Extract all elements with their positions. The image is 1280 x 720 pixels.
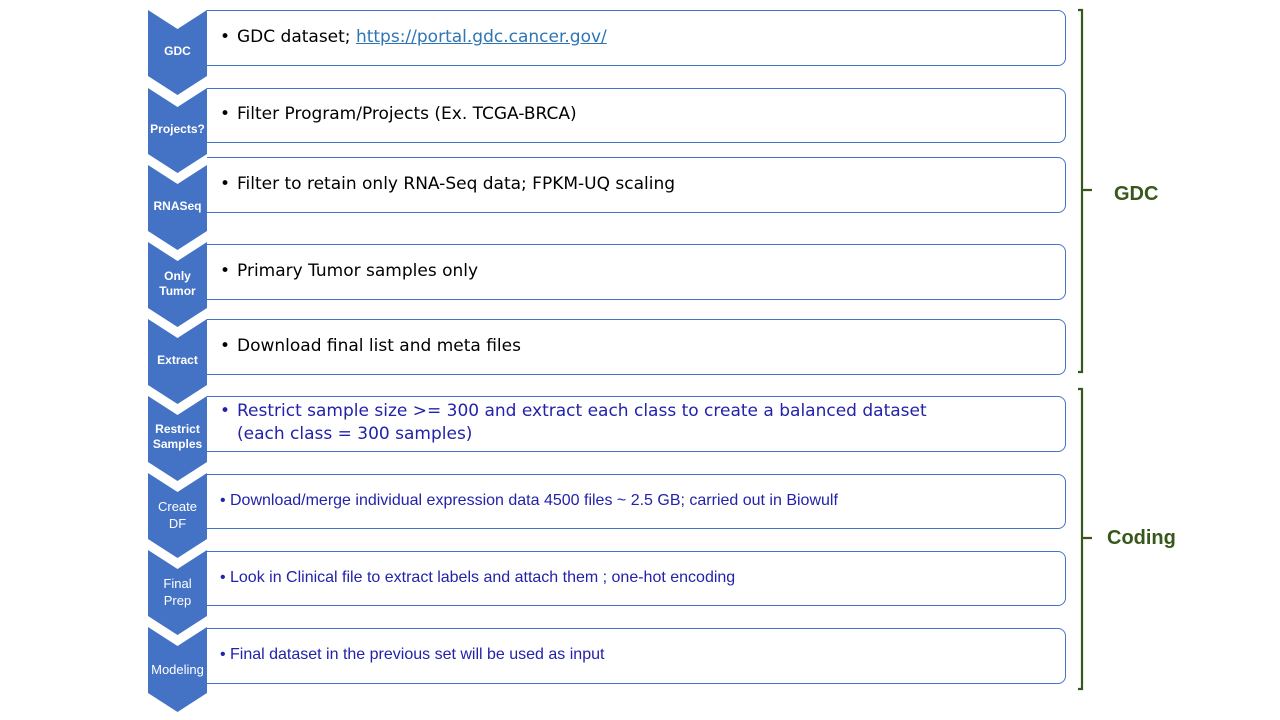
step-text-gdc: • GDC dataset; https://portal.gdc.cancer.… <box>220 27 607 47</box>
step-text: Restrict sample size >= 300 and extract … <box>237 401 927 421</box>
chevron-label-line: Final <box>163 576 192 591</box>
chevron-label-create-df: Create DF <box>148 498 207 532</box>
step-text: (each class = 300 samples) <box>237 424 473 444</box>
step-text-create-df: • Download/merge individual expression da… <box>220 492 838 509</box>
chevron-label-restrict-samples: Restrict Samples <box>148 422 207 452</box>
step-text: Final dataset in the previous set will b… <box>230 646 605 663</box>
coding-group-brace <box>1078 387 1092 691</box>
step-text-restrict-samples: • Restrict sample size >= 300 and extract… <box>220 401 927 444</box>
gdc-portal-link[interactable]: https://portal.gdc.cancer.gov/ <box>356 27 607 47</box>
step-text: Primary Tumor samples only <box>237 261 479 281</box>
chevron-label-line: DF <box>168 516 187 531</box>
group-label-coding: Coding <box>1107 527 1176 549</box>
chevron-label-projects: Projects? <box>150 122 205 136</box>
chevron-label-line: Tumor <box>159 284 196 298</box>
step-text: Filter Program/Projects (Ex. TCGA-BRCA) <box>237 104 577 124</box>
chevron-label-line: Only <box>164 269 191 283</box>
chevron-label-rnaseq: RNASeq <box>153 199 202 213</box>
chevron-label-final-prep: Final Prep <box>148 575 207 609</box>
step-text-rnaseq: • Filter to retain only RNA-Seq data; FPK… <box>220 174 676 194</box>
chevron-label-line: Prep <box>163 593 192 608</box>
chevron-label-line: Restrict <box>155 422 200 436</box>
step-text: Download/merge individual expression dat… <box>230 492 838 509</box>
step-text: Look in Clinical file to extract labels … <box>230 569 736 586</box>
step-text-only-tumor: • Primary Tumor samples only <box>220 261 479 281</box>
step-text: Download final list and meta files <box>237 336 521 356</box>
step-text-modeling: • Final dataset in the previous set will … <box>220 646 605 663</box>
chevron-label-modeling: Modeling <box>151 662 204 677</box>
step-text-projects: • Filter Program/Projects (Ex. TCGA-BRCA) <box>220 104 577 124</box>
step-text-extract: • Download final list and meta files <box>220 336 521 356</box>
step-text: Filter to retain only RNA-Seq data; FPKM… <box>237 174 676 194</box>
chevron-label-line: Samples <box>152 437 203 451</box>
gdc-group-brace <box>1078 8 1092 374</box>
chevron-label-gdc: GDC <box>164 44 191 58</box>
chevron-label-line: Create <box>157 499 198 514</box>
step-text: GDC dataset; <box>237 27 356 47</box>
chevron-label-extract: Extract <box>157 353 198 367</box>
step-text-final-prep: • Look in Clinical file to extract labels… <box>220 569 736 586</box>
chevron-label-only-tumor: Only Tumor <box>148 269 207 299</box>
group-label-gdc: GDC <box>1114 183 1159 205</box>
